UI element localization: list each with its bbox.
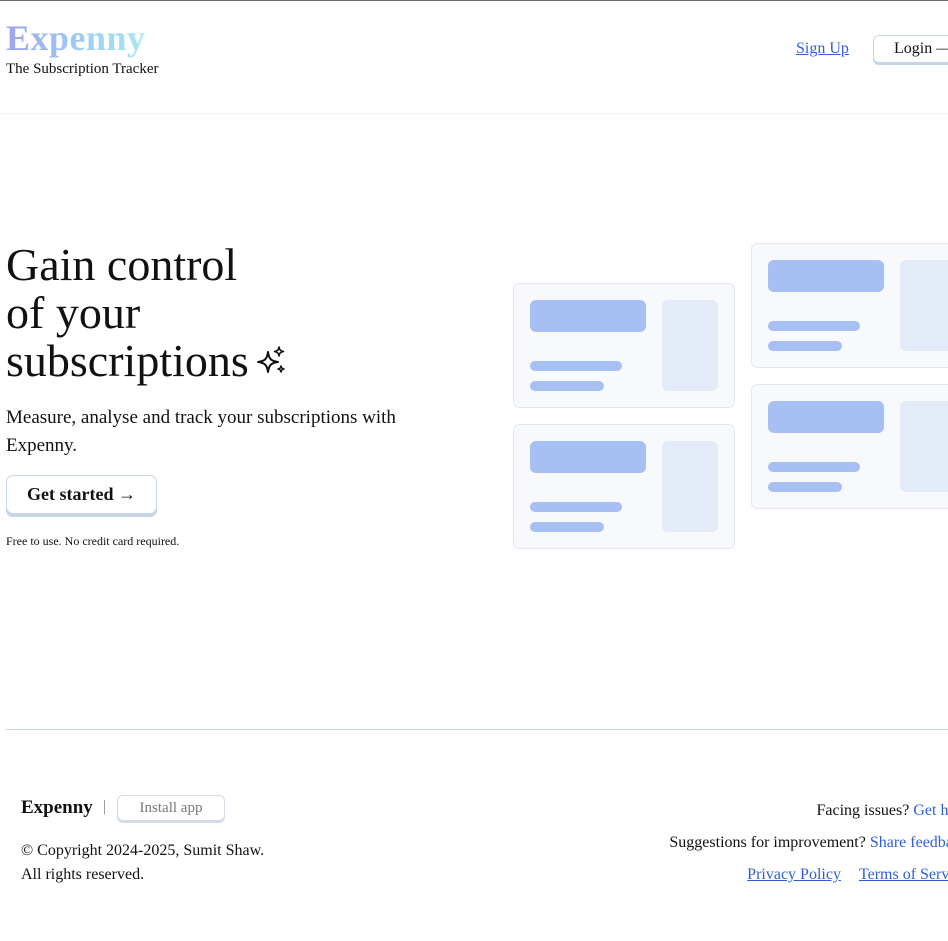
- card-block: [530, 300, 646, 332]
- card-line: [768, 462, 860, 472]
- card-line: [768, 482, 842, 492]
- card-block: [768, 401, 884, 433]
- free-note: Free to use. No credit card required.: [6, 534, 180, 548]
- footer-divider: [6, 729, 948, 730]
- share-feedback-link[interactable]: Share feedback: [870, 834, 948, 851]
- card-line: [530, 502, 622, 512]
- suggestions-text: Suggestions for improvement?: [669, 834, 866, 851]
- hero-title-line2: of your: [6, 287, 141, 338]
- landing-page: Expenny The Subscription Tracker Sign Up…: [0, 0, 948, 941]
- install-app-button[interactable]: Install app: [117, 795, 225, 821]
- hero-title-line3: subscriptions: [6, 335, 249, 386]
- header-divider: [0, 113, 948, 114]
- illustration-card: [751, 243, 948, 368]
- copyright-line: All rights reserved.: [21, 866, 145, 883]
- feedback-row: Suggestions for improvement? Share feedb…: [669, 827, 948, 859]
- illustration-card: [513, 283, 735, 408]
- card-side-block: [662, 441, 718, 532]
- card-line: [768, 341, 842, 351]
- privacy-policy-link[interactable]: Privacy Policy: [747, 866, 841, 883]
- hero-title: Gain control of your subscriptions: [6, 241, 287, 387]
- card-side-block: [662, 300, 718, 391]
- signup-link[interactable]: Sign Up: [796, 40, 849, 58]
- hero-subtitle: Measure, analyse and track your subscrip…: [6, 407, 396, 456]
- login-button[interactable]: Login —: [873, 35, 948, 63]
- brand-logo-text[interactable]: Expenny: [6, 17, 158, 59]
- card-line: [530, 361, 622, 371]
- footer-separator: |: [103, 798, 107, 815]
- card-side-block: [900, 401, 948, 492]
- help-row: Facing issues? Get help: [669, 795, 948, 827]
- card-line: [768, 321, 860, 331]
- legal-row: Privacy Policy Terms of Service: [669, 859, 948, 891]
- card-line: [530, 522, 604, 532]
- illustration-card: [751, 384, 948, 509]
- card-block: [768, 260, 884, 292]
- get-help-link[interactable]: Get help: [913, 802, 948, 819]
- copyright-line: © Copyright 2024-2025, Sumit Shaw.: [21, 842, 265, 859]
- card-block: [530, 441, 646, 473]
- card-side-block: [900, 260, 948, 351]
- illustration-card: [513, 424, 735, 549]
- copyright: © Copyright 2024-2025, Sumit Shaw. All r…: [21, 839, 301, 887]
- brand[interactable]: Expenny The Subscription Tracker: [6, 17, 158, 78]
- get-started-button[interactable]: Get started →: [6, 475, 157, 514]
- issues-text: Facing issues?: [816, 802, 910, 819]
- footer-links: Facing issues? Get help Suggestions for …: [669, 795, 948, 891]
- brand-tagline: The Subscription Tracker: [6, 61, 159, 77]
- sparkles-icon: [256, 339, 287, 387]
- footer-brand[interactable]: Expenny: [21, 797, 93, 819]
- terms-of-service-link[interactable]: Terms of Service: [859, 866, 948, 883]
- hero-title-line1: Gain control: [6, 239, 238, 290]
- card-line: [530, 381, 604, 391]
